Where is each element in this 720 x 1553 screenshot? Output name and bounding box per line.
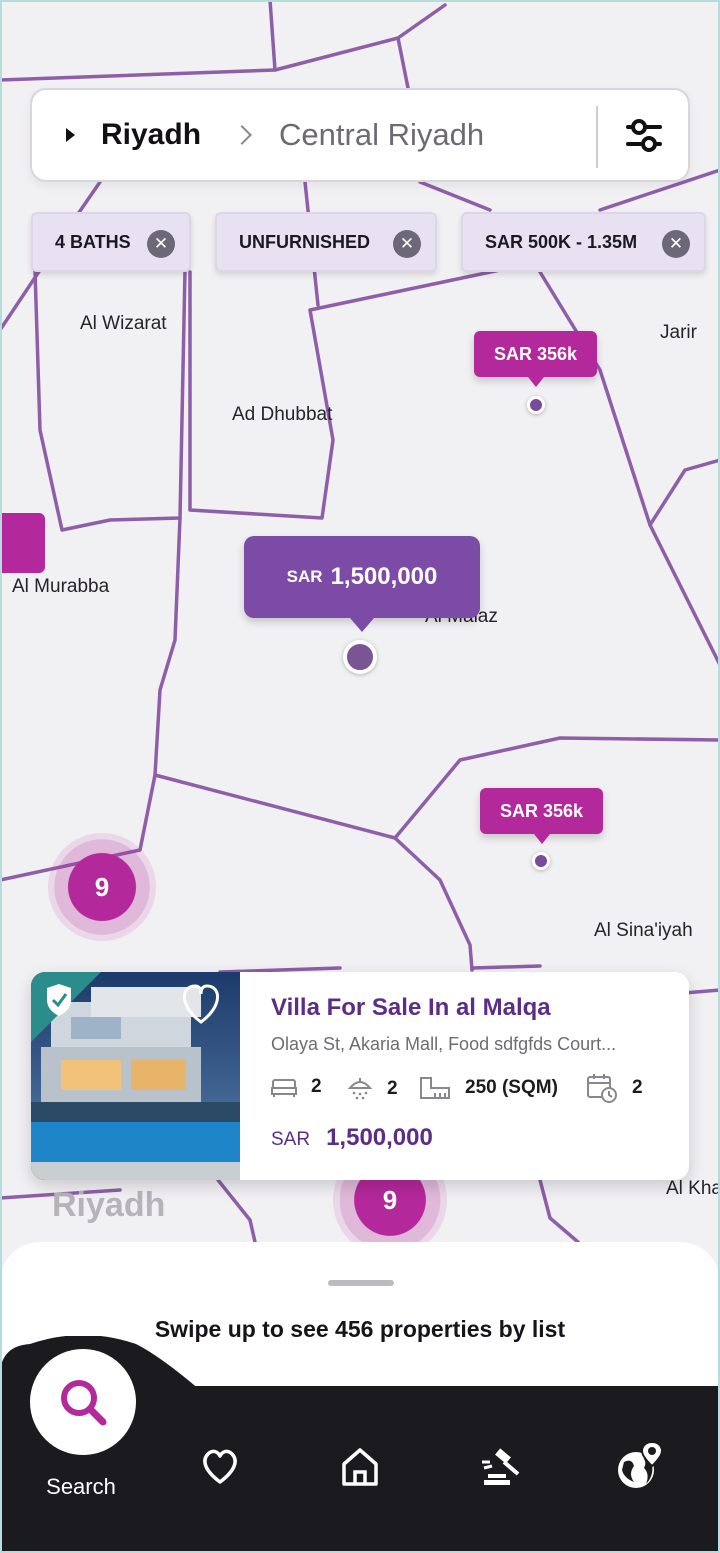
beds-count: 2	[311, 1076, 322, 1097]
location-search-bar[interactable]: Riyadh Central Riyadh	[30, 88, 690, 182]
shower-icon	[347, 1078, 373, 1100]
filter-chip-price[interactable]: SAR 500K - 1.35M ✕	[461, 212, 706, 272]
area-feature: 250 (SQM)	[419, 1076, 558, 1100]
property-price: SAR 1,500,000	[271, 1124, 433, 1152]
nav-search-label[interactable]: Search	[0, 1474, 162, 1500]
years-count: 2	[632, 1077, 643, 1098]
area-value: 250 (SQM)	[465, 1077, 558, 1098]
verified-shield-icon	[31, 972, 91, 1032]
map-label-riyadh: Riyadh	[52, 1186, 166, 1224]
search-area[interactable]: Central Riyadh	[279, 117, 484, 153]
globe-location-icon[interactable]	[614, 1440, 666, 1492]
years-feature: 2	[586, 1072, 643, 1104]
map-label-jarir: Jarir	[660, 322, 697, 343]
area-ruler-icon	[420, 1077, 450, 1099]
property-address: Olaya St, Akaria Mall, Food sdfgfds Cour…	[271, 1034, 617, 1054]
baths-count: 2	[387, 1078, 398, 1099]
price-pin-selected[interactable]: SAR 1,500,000	[244, 536, 480, 632]
filter-chip-baths[interactable]: 4 BATHS ✕	[31, 212, 191, 272]
price-currency: SAR	[271, 1129, 311, 1150]
baths-feature: 2	[347, 1076, 398, 1102]
nav-search-button[interactable]	[30, 1349, 136, 1455]
pin-currency: SAR	[286, 567, 323, 586]
map-label-al-wizarat: Al Wizarat	[80, 313, 167, 334]
search-divider	[596, 106, 598, 168]
search-icon	[61, 1380, 107, 1426]
bed-icon	[271, 1079, 297, 1097]
price-pin-offscreen[interactable]	[0, 513, 45, 573]
filter-chip-label: UNFURNISHED	[239, 231, 371, 252]
chevron-right-icon	[232, 125, 252, 145]
close-icon[interactable]: ✕	[147, 230, 175, 258]
heart-icon[interactable]	[196, 1442, 244, 1490]
filter-sliders-icon[interactable]	[622, 116, 666, 156]
filter-chip-label: 4 BATHS	[55, 231, 131, 252]
home-icon[interactable]	[336, 1442, 384, 1490]
filter-chip-furnishing[interactable]: UNFURNISHED ✕	[215, 212, 437, 272]
price-pin[interactable]: SAR 356k	[480, 788, 603, 844]
calendar-clock-icon	[587, 1074, 617, 1103]
price-pin[interactable]: SAR 356k	[474, 331, 597, 387]
heart-favorite-icon[interactable]	[179, 982, 227, 1024]
auction-gavel-icon[interactable]	[476, 1442, 524, 1490]
property-card[interactable]: Villa For Sale In al Malqa Olaya St, Aka…	[31, 972, 689, 1180]
map-label-al-murabba: Al Murabba	[12, 576, 110, 597]
pin-price: 1,500,000	[330, 563, 438, 590]
map-label-al-kha: Al Kha	[666, 1178, 720, 1199]
close-icon[interactable]: ✕	[393, 230, 421, 258]
expand-arrow-icon[interactable]	[66, 128, 75, 142]
map-label-al-sinaiyah: Al Sina'iyah	[594, 920, 693, 941]
property-title[interactable]: Villa For Sale In al Malqa	[271, 994, 551, 1022]
map-cluster[interactable]: 9	[48, 833, 156, 941]
filter-chip-label: SAR 500K - 1.35M	[485, 231, 638, 252]
search-city[interactable]: Riyadh	[101, 118, 201, 152]
pin-location-dot-selected[interactable]	[343, 640, 377, 674]
close-icon[interactable]: ✕	[662, 230, 690, 258]
beds-feature: 2	[271, 1076, 322, 1098]
map-label-ad-dhubbat: Ad Dhubbat	[232, 404, 333, 425]
drag-handle[interactable]	[328, 1280, 394, 1286]
pin-location-dot[interactable]	[527, 396, 545, 414]
price-value: 1,500,000	[326, 1124, 433, 1151]
pin-location-dot[interactable]	[532, 852, 550, 870]
